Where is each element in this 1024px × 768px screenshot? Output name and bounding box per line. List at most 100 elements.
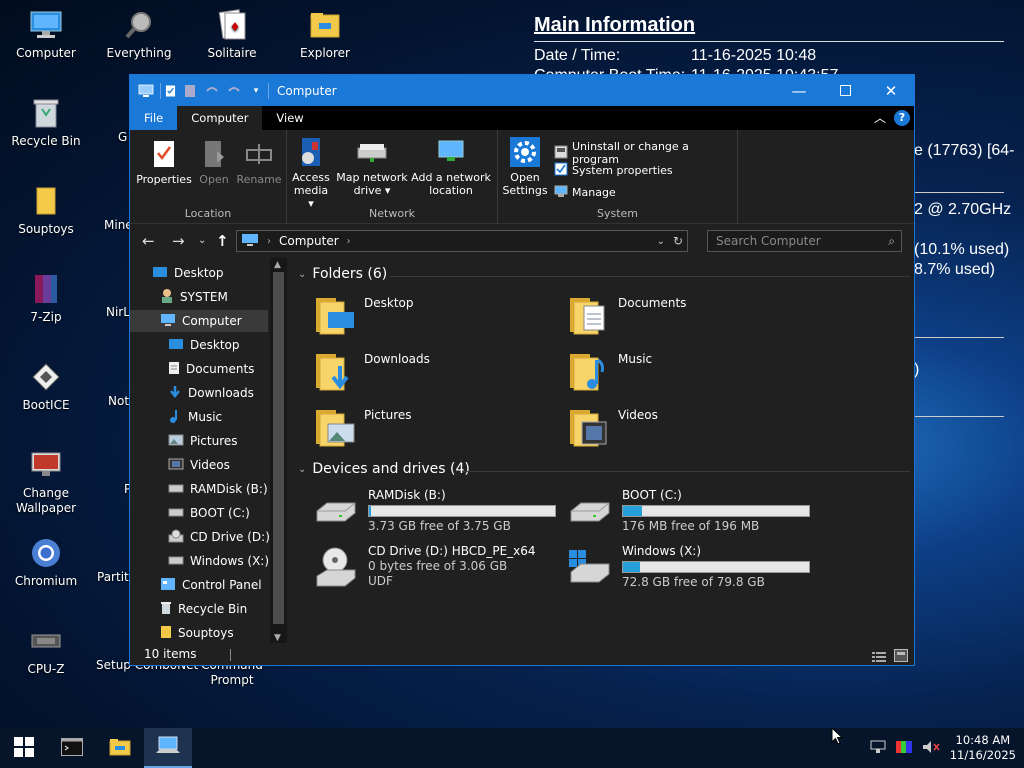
manage-button[interactable]: Manage xyxy=(554,184,616,201)
bootice-icon xyxy=(28,360,64,394)
recycle-bin-icon xyxy=(28,96,64,130)
tiles-view-icon[interactable] xyxy=(894,647,908,669)
nav-item-downloads[interactable]: Downloads xyxy=(168,382,254,404)
nav-item-desktop[interactable]: Desktop xyxy=(168,334,240,356)
open-settings-button[interactable]: Open Settings xyxy=(502,136,548,197)
nav-item-windows-x[interactable]: Windows (X:) xyxy=(168,550,269,572)
address-dropdown-icon[interactable]: ⌄ xyxy=(657,236,665,247)
drive-item[interactable]: CD Drive (D:) HBCD_PE_x64 0 bytes free of… xyxy=(312,544,536,592)
volume-muted-icon[interactable] xyxy=(922,740,940,757)
desktop-icon-solitaire[interactable]: ♦ Solitaire xyxy=(191,8,273,61)
folder-item-desktop[interactable]: Desktop xyxy=(314,294,414,336)
nav-item-control-panel[interactable]: Control Panel xyxy=(160,574,262,596)
properties-button[interactable]: Properties xyxy=(134,138,194,186)
details-view-icon[interactable] xyxy=(872,648,886,670)
properties-qa-icon[interactable] xyxy=(160,82,176,99)
desktop-icon-chromium[interactable]: Chromium xyxy=(5,536,87,589)
add-network-location-button[interactable]: Add a network location xyxy=(409,136,493,197)
drive-item[interactable]: Windows (X:) 72.8 GB free of 79.8 GB xyxy=(566,544,810,592)
network-icon[interactable] xyxy=(870,740,886,757)
new-folder-qa-icon[interactable] xyxy=(182,83,198,99)
taskbar-command-prompt[interactable] xyxy=(48,728,96,768)
folder-item-videos[interactable]: Videos xyxy=(568,406,658,448)
nav-item-recycle-bin[interactable]: Recycle Bin xyxy=(160,598,247,620)
forward-button[interactable]: → xyxy=(172,232,185,250)
address-bar[interactable]: › Computer › ⌄ ↻ xyxy=(236,230,688,252)
map-network-drive-button[interactable]: Map network drive ▾ xyxy=(335,136,409,197)
desktop-icon-7zip[interactable]: 7-Zip xyxy=(5,272,87,325)
customize-qa-dropdown-icon[interactable]: ▾ xyxy=(248,83,264,99)
nav-item-computer[interactable]: Computer xyxy=(130,310,268,332)
undo-icon[interactable] xyxy=(204,83,220,99)
folder-item-documents[interactable]: Documents xyxy=(568,294,686,336)
folders-section-header[interactable]: ⌄ Folders (6) xyxy=(298,266,387,282)
pictures-icon xyxy=(168,433,184,450)
minimize-button[interactable]: — xyxy=(776,75,822,106)
breadcrumb-computer[interactable]: Computer xyxy=(279,234,339,248)
add-location-label: Add a network location xyxy=(411,171,491,197)
nav-item-music[interactable]: Music xyxy=(168,406,222,428)
folder-item-music[interactable]: Music xyxy=(568,350,652,392)
tab-view[interactable]: View xyxy=(262,106,317,130)
desktop-icon-cpuz[interactable]: CPU-Z xyxy=(5,624,87,677)
access-media-button[interactable]: Access media ▾ xyxy=(291,136,331,210)
refresh-icon[interactable]: ↻ xyxy=(673,234,683,248)
nav-item-boot-c[interactable]: BOOT (C:) xyxy=(168,502,250,524)
drive-name: CD Drive (D:) HBCD_PE_x64 xyxy=(368,544,536,558)
nav-item-desktop[interactable]: Desktop xyxy=(152,262,224,284)
nav-item-ramdisk-b[interactable]: RAMDisk (B:) xyxy=(168,478,268,500)
scroll-down-icon[interactable]: ▼ xyxy=(274,633,281,643)
desktop-icon-souptoys[interactable]: Souptoys xyxy=(5,184,87,237)
maximize-button[interactable] xyxy=(822,75,868,106)
collapse-ribbon-icon[interactable]: ︿ xyxy=(874,109,886,126)
nav-item-label: Pictures xyxy=(190,434,238,448)
cd-drive-icon xyxy=(168,529,184,546)
desktop-icon-explorer[interactable]: Explorer xyxy=(284,8,366,61)
scrollbar-thumb[interactable] xyxy=(273,272,284,624)
divider xyxy=(390,276,910,277)
drive-item[interactable]: BOOT (C:) 176 MB free of 196 MB xyxy=(566,488,810,536)
nav-item-videos[interactable]: Videos xyxy=(168,454,230,476)
back-button[interactable]: ← xyxy=(142,232,155,250)
close-button[interactable]: ✕ xyxy=(868,75,914,106)
drives-section-header[interactable]: ⌄ Devices and drives (4) xyxy=(298,461,470,477)
clock[interactable]: 10:48 AM 11/16/2025 xyxy=(950,733,1016,763)
taskbar-file-explorer[interactable] xyxy=(96,728,144,768)
display-settings-icon[interactable] xyxy=(895,740,912,757)
desktop-icon-bootice[interactable]: BootICE xyxy=(5,360,87,413)
computer-icon xyxy=(28,8,64,42)
recent-locations-dropdown[interactable]: ⌄ xyxy=(198,235,206,246)
drive-icon xyxy=(168,554,184,569)
info-row-date: Date / Time: 11-16-2025 10:48 xyxy=(534,46,1004,66)
nav-item-cd-drive-d-h[interactable]: CD Drive (D:) H xyxy=(168,526,283,548)
divider xyxy=(914,192,1004,193)
scroll-up-icon[interactable]: ▲ xyxy=(274,260,281,270)
nav-item-documents[interactable]: Documents xyxy=(168,358,254,380)
desktop-icon-change-wallpaper[interactable]: Change Wallpaper xyxy=(5,448,87,516)
nav-item-system[interactable]: SYSTEM xyxy=(160,286,228,308)
title-bar[interactable]: ▾ Computer — ✕ xyxy=(130,75,914,106)
rename-label: Rename xyxy=(236,173,282,186)
open-button[interactable]: Open xyxy=(196,138,232,186)
tab-file[interactable]: File xyxy=(130,106,178,130)
tab-computer[interactable]: Computer xyxy=(177,106,263,130)
drive-item[interactable]: RAMDisk (B:) 3.73 GB free of 3.75 GB xyxy=(312,488,556,536)
nav-item-pictures[interactable]: Pictures xyxy=(168,430,238,452)
rename-button[interactable]: Rename xyxy=(234,138,284,186)
desktop-icon-computer[interactable]: Computer xyxy=(5,8,87,61)
navigation-scrollbar[interactable]: ▲ ▼ xyxy=(270,258,287,645)
folder-item-pictures[interactable]: Pictures xyxy=(314,406,412,448)
start-button[interactable] xyxy=(0,728,48,768)
search-input[interactable]: Search Computer ⌕ xyxy=(707,230,902,252)
up-button[interactable]: ↑ xyxy=(216,232,229,250)
desktop-icon-everything[interactable]: Everything xyxy=(98,8,180,61)
folder-item-downloads[interactable]: Downloads xyxy=(314,350,430,392)
system-properties-button[interactable]: System properties xyxy=(554,162,673,179)
taskbar-computer-window[interactable] xyxy=(144,728,192,768)
desktop-icon-recycle-bin[interactable]: Recycle Bin xyxy=(5,96,87,149)
redo-icon[interactable] xyxy=(226,83,242,99)
nav-item-souptoys[interactable]: Souptoys xyxy=(160,622,234,644)
clock-time: 10:48 AM xyxy=(955,733,1011,747)
help-icon[interactable]: ? xyxy=(894,109,910,126)
cpuz-icon xyxy=(28,624,64,658)
